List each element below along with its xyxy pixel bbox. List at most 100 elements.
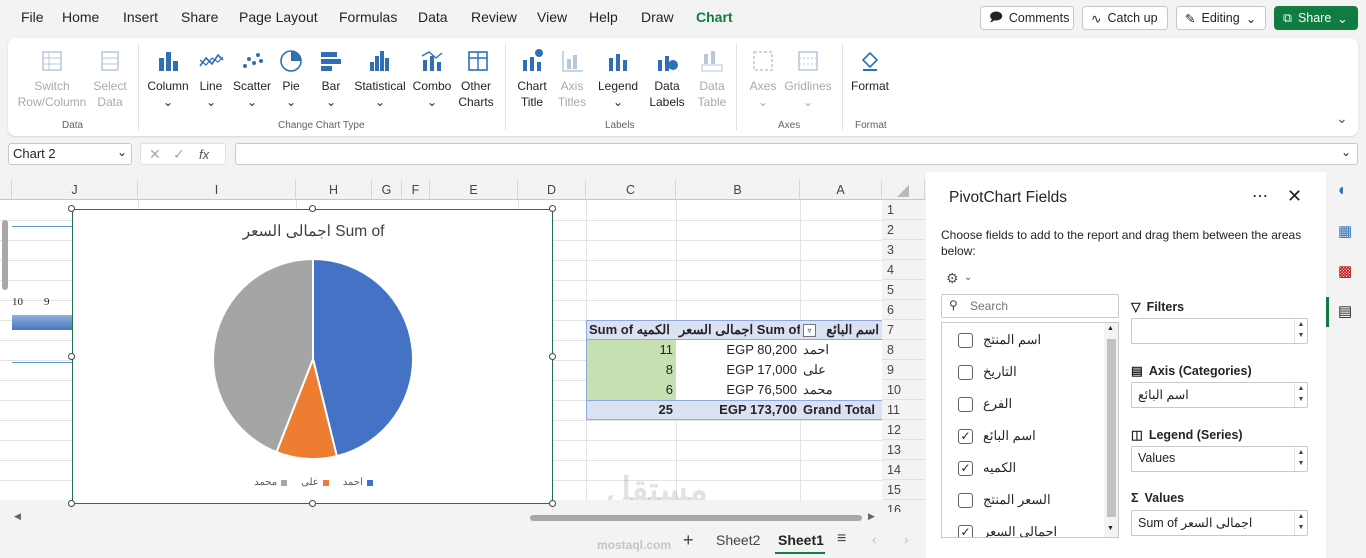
checkbox-unchecked[interactable] bbox=[958, 396, 973, 412]
filters-drop-zone[interactable]: ▲ ▼ bbox=[1131, 318, 1308, 344]
prev-sheet-icon[interactable]: ‹ bbox=[872, 532, 876, 547]
pivot-grand-qty[interactable]: 25 bbox=[586, 400, 676, 420]
row-header[interactable]: 5 bbox=[882, 280, 925, 300]
next-sheet-icon[interactable]: › bbox=[904, 532, 908, 547]
vertical-scrollbar-thumb[interactable] bbox=[2, 220, 8, 290]
pivot-cell-name[interactable]: محمد bbox=[800, 380, 882, 400]
field-item[interactable]: الفرع bbox=[958, 388, 1118, 420]
chart-title-button[interactable]: Chart Title bbox=[514, 48, 550, 110]
scroll-right-icon[interactable]: ▶ bbox=[868, 511, 875, 522]
pivot-fields-icon[interactable]: ▤ bbox=[1338, 302, 1352, 320]
resize-handle[interactable] bbox=[68, 205, 75, 212]
checkbox-unchecked[interactable] bbox=[958, 332, 973, 348]
resize-handle[interactable] bbox=[549, 205, 556, 212]
scroll-left-icon[interactable]: ◀ bbox=[14, 511, 21, 522]
copilot-icon[interactable]: ▦ bbox=[1338, 222, 1352, 240]
checkbox-checked[interactable]: ✓ bbox=[958, 524, 973, 537]
values-spinner[interactable]: ▲ ▼ bbox=[1294, 511, 1307, 535]
combo-chart-button[interactable]: Combo ⌄ bbox=[410, 48, 454, 110]
all-sheets-menu-icon[interactable]: ≡ bbox=[837, 530, 846, 548]
row-header[interactable]: 9 bbox=[882, 360, 925, 380]
resize-handle[interactable] bbox=[549, 500, 556, 507]
row-header[interactable]: 1 bbox=[882, 200, 925, 220]
pivot-cell-qty[interactable]: 6 bbox=[586, 380, 676, 400]
collapse-ribbon-chevron-icon[interactable]: ⌄ bbox=[1336, 110, 1348, 127]
field-item[interactable]: اسم المنتج bbox=[958, 324, 1118, 356]
filters-spinner[interactable]: ▲ ▼ bbox=[1294, 319, 1307, 343]
column-header-e[interactable]: E bbox=[430, 180, 518, 200]
legend-button[interactable]: Legend ⌄ bbox=[598, 48, 638, 110]
pivot-cell-total[interactable]: EGP 76,500 bbox=[676, 380, 800, 400]
chevron-down-icon[interactable]: ⌄ bbox=[964, 272, 972, 283]
horizontal-scrollbar-thumb[interactable] bbox=[530, 515, 862, 521]
filter-dropdown-icon[interactable]: ▿ bbox=[803, 324, 816, 337]
values-field-chip[interactable]: Sum of اجمالى السعر bbox=[1138, 516, 1252, 530]
row-header[interactable]: 7 bbox=[882, 320, 925, 340]
field-list-scrollbar[interactable]: ▲ ▼ bbox=[1104, 323, 1118, 537]
pivot-header-name[interactable]: اسم البائع bbox=[818, 320, 882, 340]
column-header-h[interactable]: H bbox=[296, 180, 372, 200]
format-pane-icon[interactable]: ◐ bbox=[1338, 182, 1348, 200]
row-header[interactable]: 13 bbox=[882, 440, 925, 460]
field-search-box[interactable]: ⚲ bbox=[941, 294, 1119, 318]
column-header-c[interactable]: C bbox=[586, 180, 676, 200]
menu-chart[interactable]: Chart bbox=[696, 9, 733, 25]
menu-formulas[interactable]: Formulas bbox=[339, 9, 397, 25]
column-header-b[interactable]: B bbox=[676, 180, 800, 200]
legend-entry[interactable]: على bbox=[301, 477, 329, 488]
scroll-up-icon[interactable]: ▲ bbox=[1107, 325, 1114, 332]
insert-function-icon[interactable]: fx bbox=[199, 147, 209, 162]
row-header[interactable]: 4 bbox=[882, 260, 925, 280]
catch-up-button[interactable]: ∿ Catch up bbox=[1082, 6, 1168, 30]
checkbox-unchecked[interactable] bbox=[958, 492, 973, 508]
checkbox-unchecked[interactable] bbox=[958, 364, 973, 380]
legend-entry[interactable]: احمد bbox=[343, 477, 373, 488]
scatter-chart-button[interactable]: Scatter ⌄ bbox=[232, 48, 272, 110]
pivot-cell-qty[interactable]: 11 bbox=[586, 340, 676, 360]
column-header-d[interactable]: D bbox=[518, 180, 586, 200]
comments-button[interactable]: 🗩 Comments bbox=[980, 6, 1074, 30]
menu-help[interactable]: Help bbox=[589, 9, 618, 25]
line-chart-button[interactable]: Line ⌄ bbox=[194, 48, 228, 110]
tab-sheet1[interactable]: Sheet1 bbox=[778, 532, 824, 548]
statistical-chart-button[interactable]: Statistical ⌄ bbox=[352, 48, 408, 110]
format-button[interactable]: Format bbox=[850, 48, 890, 94]
pie-plot[interactable] bbox=[73, 210, 554, 505]
pivot-grand-total[interactable]: EGP 173,700 bbox=[676, 400, 800, 420]
axis-titles-button[interactable]: Axis Titles bbox=[554, 48, 590, 110]
row-header[interactable]: 14 bbox=[882, 460, 925, 480]
row-header[interactable]: 12 bbox=[882, 420, 925, 440]
legend-spinner[interactable]: ▲ ▼ bbox=[1294, 447, 1307, 471]
resize-handle[interactable] bbox=[68, 500, 75, 507]
resize-handle[interactable] bbox=[68, 352, 75, 360]
column-chart-button[interactable]: Column ⌄ bbox=[146, 48, 190, 110]
menu-data[interactable]: Data bbox=[418, 9, 448, 25]
pivot-header-total[interactable]: اجمالى السعر Sum of bbox=[676, 320, 800, 340]
chart-legend[interactable]: احمد على محمد bbox=[73, 477, 554, 488]
column-header-j[interactable]: J bbox=[12, 180, 138, 200]
menu-page-layout[interactable]: Page Layout bbox=[239, 9, 318, 25]
menu-insert[interactable]: Insert bbox=[123, 9, 158, 25]
pivot-header-qty[interactable]: Sum of الكميه bbox=[586, 320, 676, 340]
axes-button[interactable]: Axes ⌄ bbox=[746, 48, 780, 110]
pie-chart-button[interactable]: Pie ⌄ bbox=[276, 48, 306, 110]
field-item[interactable]: ✓ اجمالى السعر bbox=[958, 516, 1118, 537]
cancel-icon[interactable]: ✕ bbox=[149, 146, 161, 163]
row-header[interactable]: 3 bbox=[882, 240, 925, 260]
pivot-cell-qty[interactable]: 8 bbox=[586, 360, 676, 380]
pivot-grand-label[interactable]: Grand Total bbox=[800, 400, 882, 420]
field-item[interactable]: السعر المنتج bbox=[958, 484, 1118, 516]
row-header[interactable]: 15 bbox=[882, 480, 925, 500]
values-drop-zone[interactable]: Sum of اجمالى السعر ▲ ▼ bbox=[1131, 510, 1308, 536]
share-button[interactable]: ⧉ Share ⌄ bbox=[1274, 6, 1358, 30]
data-table-button[interactable]: Data Table bbox=[692, 48, 732, 110]
editing-button[interactable]: ✎ Editing ⌄ bbox=[1176, 6, 1266, 30]
menu-draw[interactable]: Draw bbox=[641, 9, 674, 25]
menu-file[interactable]: File bbox=[21, 9, 44, 25]
legend-field-chip[interactable]: Values bbox=[1138, 451, 1175, 465]
resize-handle[interactable] bbox=[308, 205, 316, 212]
field-item[interactable]: ✓ الكميه bbox=[958, 452, 1118, 484]
chevron-down-icon[interactable]: ⌄ bbox=[1341, 145, 1351, 159]
pivot-cell-name[interactable]: احمد bbox=[800, 340, 882, 360]
search-input[interactable] bbox=[970, 297, 1110, 315]
